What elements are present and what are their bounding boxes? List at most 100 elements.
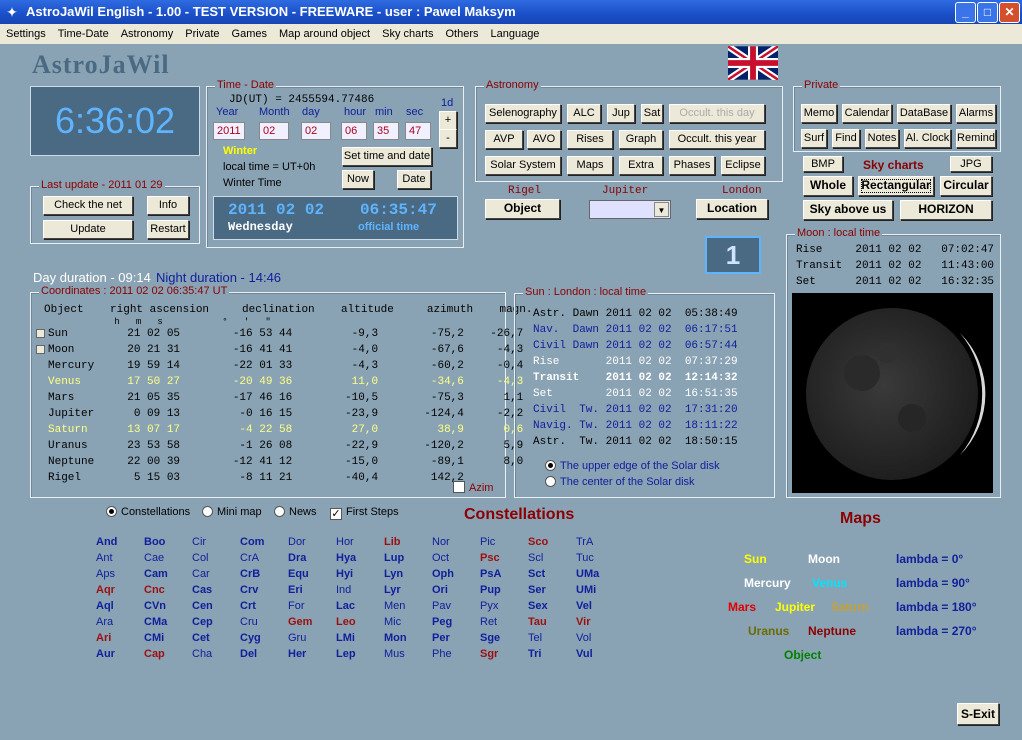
constellation-link[interactable]: Lup xyxy=(384,552,424,564)
map-link[interactable]: Uranus xyxy=(748,624,789,638)
constellation-link[interactable]: CMi xyxy=(144,632,184,644)
avo-button[interactable]: AVO xyxy=(527,130,561,149)
rectangular-button[interactable]: Rectangular xyxy=(858,176,934,196)
hour-input[interactable]: 06 xyxy=(341,122,367,140)
dropdown-arrow-icon[interactable]: ▼ xyxy=(654,202,669,217)
constellation-link[interactable]: UMa xyxy=(576,568,616,580)
location-button[interactable]: Location xyxy=(696,199,768,219)
constellation-link[interactable]: Dor xyxy=(288,536,328,548)
constellation-link[interactable]: Oct xyxy=(432,552,472,564)
constellation-link[interactable]: Lib xyxy=(384,536,424,548)
constellation-link[interactable]: Phe xyxy=(432,648,472,660)
constellation-link[interactable]: UMi xyxy=(576,584,616,596)
rises-button[interactable]: Rises xyxy=(567,130,613,149)
find-button[interactable]: Find xyxy=(832,129,860,148)
info-button[interactable]: Info xyxy=(147,196,189,215)
azim-checkbox[interactable]: Azim xyxy=(453,481,493,494)
constellation-link[interactable]: Gem xyxy=(288,616,328,628)
constellation-link[interactable]: Pyx xyxy=(480,600,520,612)
close-button[interactable]: ✕ xyxy=(999,2,1020,23)
map-link[interactable]: Mercury xyxy=(744,576,791,590)
constellation-link[interactable]: Cir xyxy=(192,536,232,548)
menu-games[interactable]: Games xyxy=(226,24,273,44)
minimize-button[interactable]: _ xyxy=(955,2,976,23)
maps-button[interactable]: Maps xyxy=(567,156,613,175)
phases-button[interactable]: Phases xyxy=(669,156,715,175)
graph-button[interactable]: Graph xyxy=(619,130,663,149)
constellation-link[interactable]: Cam xyxy=(144,568,184,580)
constellation-link[interactable]: Tau xyxy=(528,616,568,628)
news-option[interactable]: News xyxy=(274,506,317,518)
map-link[interactable]: Saturn xyxy=(831,600,869,614)
plus-button[interactable]: + xyxy=(439,111,457,130)
constellation-link[interactable]: Vir xyxy=(576,616,616,628)
constellation-link[interactable]: Cru xyxy=(240,616,280,628)
selenography-button[interactable]: Selenography xyxy=(485,104,561,123)
map-link[interactable]: Jupiter xyxy=(775,600,815,614)
constellation-link[interactable]: Vul xyxy=(576,648,616,660)
constellation-link[interactable]: Sge xyxy=(480,632,520,644)
avp-button[interactable]: AVP xyxy=(485,130,523,149)
constellation-link[interactable]: Ori xyxy=(432,584,472,596)
bmp-button[interactable]: BMP xyxy=(803,156,843,172)
constellation-link[interactable]: Ind xyxy=(336,584,376,596)
constellation-link[interactable]: Vel xyxy=(576,600,616,612)
first-steps-checkbox[interactable]: ✓ First Steps xyxy=(330,506,399,520)
constellation-link[interactable]: CrA xyxy=(240,552,280,564)
uk-flag-icon[interactable] xyxy=(726,43,780,83)
now-button[interactable]: Now xyxy=(342,170,374,189)
map-link[interactable]: Moon xyxy=(808,552,840,566)
constellation-link[interactable]: Sgr xyxy=(480,648,520,660)
constellation-link[interactable]: Tuc xyxy=(576,552,616,564)
solar-system-button[interactable]: Solar System xyxy=(485,156,561,175)
alarms-button[interactable]: Alarms xyxy=(956,104,996,123)
constellation-link[interactable]: Col xyxy=(192,552,232,564)
object-select[interactable]: ▼ xyxy=(589,200,671,219)
constellation-link[interactable]: Peg xyxy=(432,616,472,628)
constellation-link[interactable]: Vol xyxy=(576,632,616,644)
constellation-link[interactable]: And xyxy=(96,536,136,548)
map-link[interactable]: Sun xyxy=(744,552,767,566)
constellation-link[interactable]: Mic xyxy=(384,616,424,628)
center-option[interactable]: The center of the Solar disk xyxy=(545,476,695,488)
remind-button[interactable]: Remind xyxy=(956,129,996,148)
moon-marker-icon[interactable] xyxy=(36,345,45,354)
constellation-link[interactable]: Pav xyxy=(432,600,472,612)
map-link[interactable]: lambda = 0° xyxy=(896,552,963,566)
menu-time-date[interactable]: Time-Date xyxy=(52,24,115,44)
constellation-link[interactable]: Cae xyxy=(144,552,184,564)
constellation-link[interactable]: Crv xyxy=(240,584,280,596)
constellation-link[interactable]: Sco xyxy=(528,536,568,548)
map-link[interactable]: Neptune xyxy=(808,624,856,638)
constellation-link[interactable]: Del xyxy=(240,648,280,660)
constellation-link[interactable]: Boo xyxy=(144,536,184,548)
set-time-date-button[interactable]: Set time and date xyxy=(342,147,432,166)
constellation-link[interactable]: Cnc xyxy=(144,584,184,596)
constellation-link[interactable]: Tel xyxy=(528,632,568,644)
map-link[interactable]: Object xyxy=(784,648,821,662)
map-link[interactable]: Venus xyxy=(812,576,847,590)
constellation-link[interactable]: Gru xyxy=(288,632,328,644)
constellation-link[interactable]: Aql xyxy=(96,600,136,612)
constellation-link[interactable]: PsA xyxy=(480,568,520,580)
constellation-link[interactable]: Mon xyxy=(384,632,424,644)
jup-button[interactable]: Jup xyxy=(607,104,635,123)
constellation-link[interactable]: Scl xyxy=(528,552,568,564)
map-link[interactable]: Mars xyxy=(728,600,756,614)
year-input[interactable]: 2011 xyxy=(213,122,245,140)
constellation-link[interactable]: Sex xyxy=(528,600,568,612)
restart-button[interactable]: Restart xyxy=(147,220,189,239)
sky-above-button[interactable]: Sky above us xyxy=(803,200,893,220)
sun-marker-icon[interactable] xyxy=(36,329,45,338)
constellation-link[interactable]: Ara xyxy=(96,616,136,628)
calendar-button[interactable]: Calendar xyxy=(842,104,892,123)
constellation-link[interactable]: Men xyxy=(384,600,424,612)
circular-button[interactable]: Circular xyxy=(940,176,992,196)
constellation-link[interactable]: Aps xyxy=(96,568,136,580)
occult-year-button[interactable]: Occult. this year xyxy=(669,130,765,149)
jpg-button[interactable]: JPG xyxy=(950,156,992,172)
menu-map-around-object[interactable]: Map around object xyxy=(273,24,376,44)
constellation-link[interactable]: Dra xyxy=(288,552,328,564)
constellation-link[interactable]: Cyg xyxy=(240,632,280,644)
constellation-link[interactable]: Cep xyxy=(192,616,232,628)
